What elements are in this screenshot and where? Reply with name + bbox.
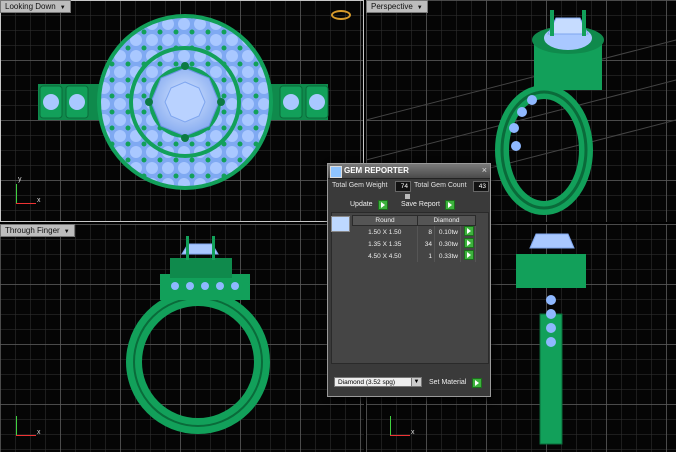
- total-gem-weight-value: 74: [395, 181, 411, 192]
- gem-size: 1.50 X 1.50: [352, 225, 418, 238]
- gem-size: 1.35 X 1.35: [352, 238, 418, 250]
- update-button[interactable]: Update: [350, 201, 373, 208]
- gem-weight: 0.10tw: [434, 225, 461, 238]
- axis-x-label: x: [411, 429, 415, 436]
- axis-gizmo: x: [386, 412, 416, 442]
- gem-count: 1: [417, 250, 435, 262]
- gem-count: 8: [417, 225, 435, 238]
- total-gem-count-value: 43: [473, 181, 489, 192]
- axis-y-label: y: [18, 176, 22, 183]
- viewport-looking-down[interactable]: Looking Down ▼ x y: [0, 0, 364, 222]
- row-go-icon[interactable]: [460, 250, 476, 262]
- gem-reporter-title: GEM REPORTER: [344, 166, 409, 175]
- close-icon[interactable]: ×: [482, 165, 487, 175]
- axis-gizmo: x: [12, 412, 42, 442]
- round-gem-thumbnail[interactable]: [331, 216, 350, 232]
- column-material: Diamond: [417, 215, 476, 226]
- table-row: 4.50 X 4.50 1 0.33tw: [352, 250, 476, 262]
- axis-x-label: x: [37, 197, 41, 204]
- divider-handle[interactable]: [405, 194, 410, 199]
- table-header: Round Diamond: [352, 215, 476, 226]
- gem-weight: 0.30tw: [434, 238, 461, 250]
- save-report-go-icon[interactable]: [445, 200, 455, 210]
- row-go-icon[interactable]: [460, 225, 476, 238]
- gem-reporter-panel[interactable]: GEM REPORTER × Total Gem Weight 74 Total…: [327, 163, 491, 397]
- axis-gizmo: x y: [12, 176, 42, 210]
- gem-weight: 0.33tw: [434, 250, 461, 262]
- total-gem-count-label: Total Gem Count: [414, 182, 467, 189]
- row-go-icon[interactable]: [460, 238, 476, 250]
- gem-icon: [330, 166, 342, 178]
- column-shape: Round: [352, 215, 418, 226]
- gem-table: Round Diamond 1.50 X 1.50 8 0.10tw 1.35 …: [352, 215, 476, 262]
- set-material-go-icon[interactable]: [472, 378, 482, 388]
- set-material-button[interactable]: Set Material: [429, 379, 466, 386]
- ring-front-view: [126, 236, 270, 434]
- table-row: 1.35 X 1.35 34 0.30tw: [352, 238, 476, 250]
- total-gem-weight-label: Total Gem Weight: [332, 182, 388, 189]
- table-row: 1.50 X 1.50 8 0.10tw: [352, 225, 476, 238]
- ring-top-view: [38, 14, 329, 190]
- update-go-icon[interactable]: [378, 200, 388, 210]
- material-select-value: Diamond (3.52 spg): [338, 379, 396, 386]
- chevron-down-icon[interactable]: ▼: [411, 378, 421, 386]
- axis-x-label: x: [37, 429, 41, 436]
- gem-reporter-titlebar[interactable]: GEM REPORTER ×: [328, 164, 490, 179]
- material-select[interactable]: Diamond (3.52 spg) ▼: [334, 377, 422, 387]
- gem-size: 4.50 X 4.50: [352, 250, 418, 262]
- save-report-button[interactable]: Save Report: [401, 201, 440, 208]
- gem-count: 34: [417, 238, 435, 250]
- viewport-through-finger[interactable]: Through Finger ▼ x: [0, 224, 364, 452]
